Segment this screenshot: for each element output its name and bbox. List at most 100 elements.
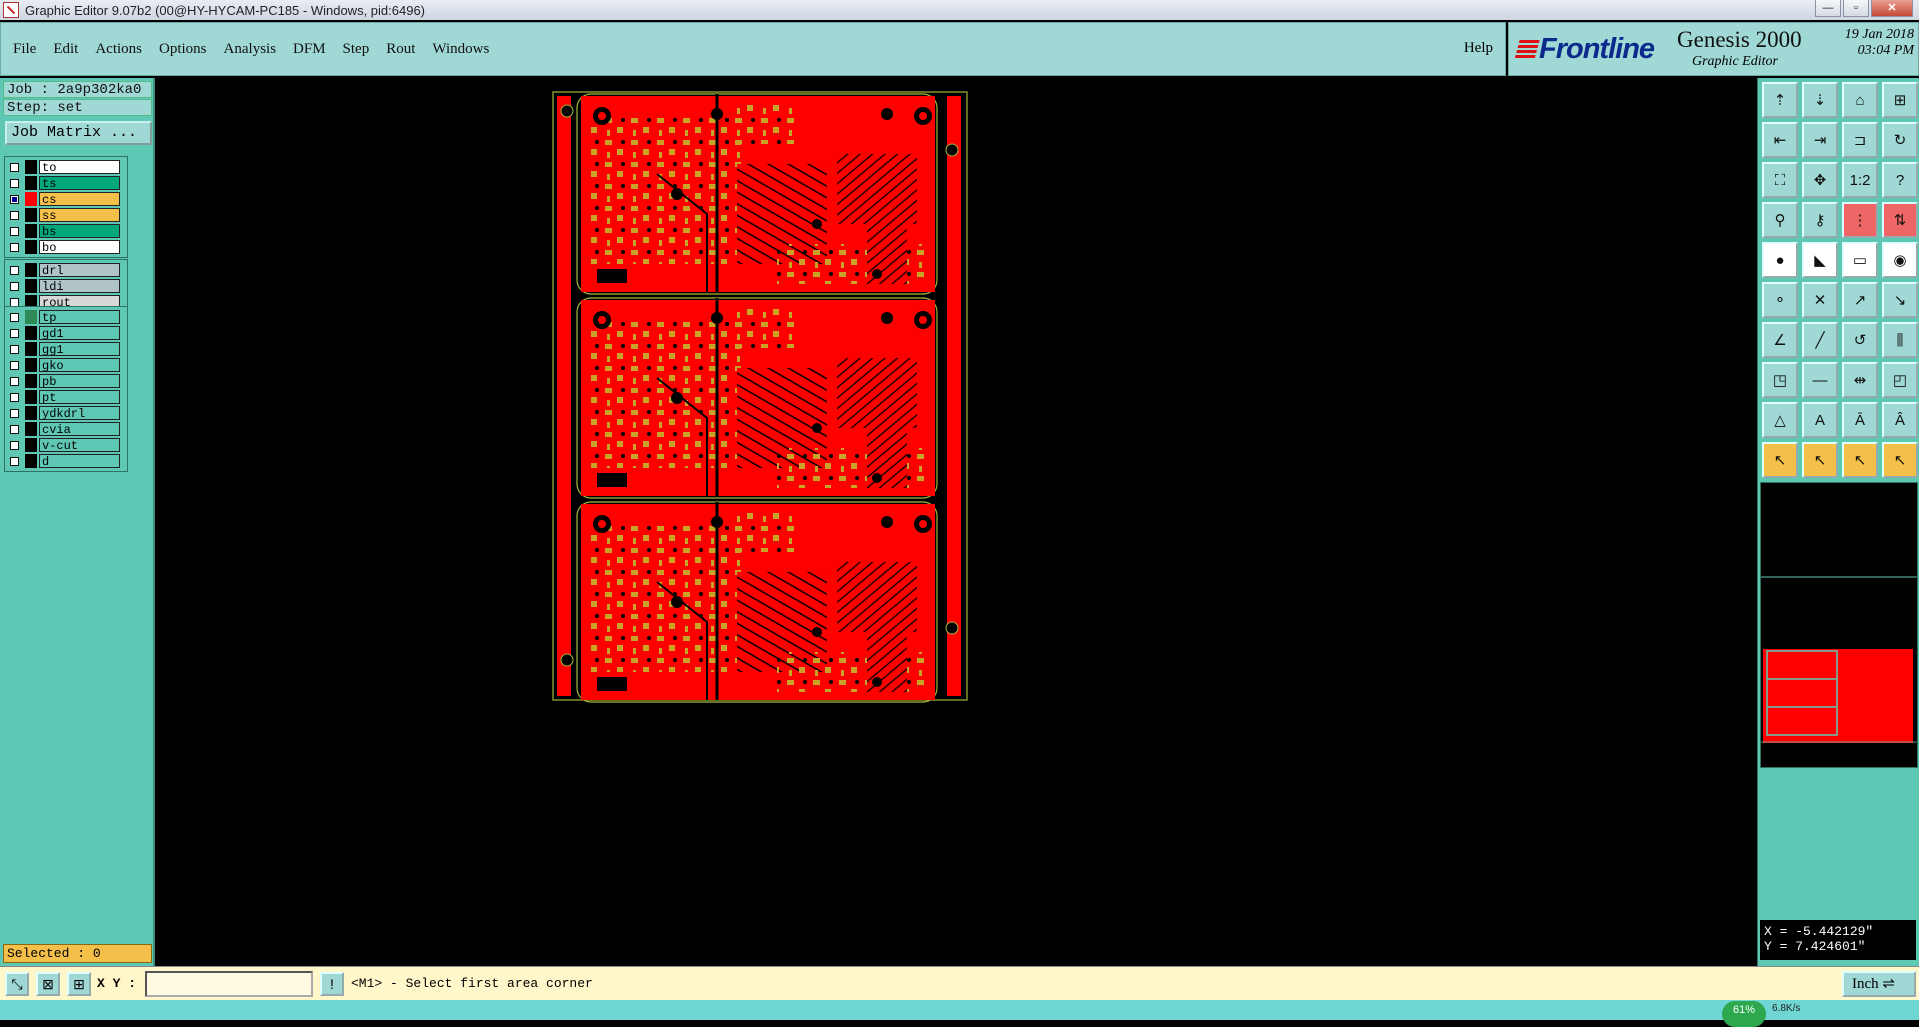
grid-icon[interactable]: ⊞ (67, 972, 91, 996)
layer-row-ss[interactable]: ss (5, 207, 127, 223)
layer-row-gg1[interactable]: gg1 (5, 341, 127, 357)
layer-row-bo[interactable]: bo (5, 239, 127, 255)
layer-name[interactable]: d (39, 454, 120, 469)
layer-name[interactable]: gg1 (39, 342, 120, 357)
layer-color-swatch[interactable] (25, 208, 37, 222)
snap-grid-icon[interactable]: ⊠ (36, 972, 60, 996)
layer-name[interactable]: v-cut (39, 438, 120, 453)
layer-name[interactable]: ydkdrl (39, 406, 120, 421)
layer-row-ldi[interactable]: ldi (5, 278, 127, 294)
maximize-button[interactable]: ▫ (1843, 0, 1869, 17)
layer-row-ydkdrl[interactable]: ydkdrl (5, 405, 127, 421)
layer-row-drl[interactable]: drl (5, 262, 127, 278)
layer-row-pt[interactable]: pt (5, 389, 127, 405)
layer-checkbox[interactable] (10, 424, 19, 434)
menu-dfm[interactable]: DFM (293, 41, 326, 58)
layer-checkbox[interactable] (10, 194, 19, 204)
fit-icon[interactable]: ⛶ (1762, 162, 1798, 198)
alert-icon[interactable]: ! (320, 972, 344, 996)
redraw-icon[interactable]: ↻ (1882, 122, 1918, 158)
snap-icon[interactable]: ⚲ (1762, 202, 1798, 238)
layer-row-cs[interactable]: cs (5, 191, 127, 207)
zoom-area-icon[interactable]: ⤡ (5, 972, 29, 996)
zoom-right-icon[interactable]: ⇥ (1802, 122, 1838, 158)
angle-icon[interactable]: ∠ (1762, 322, 1798, 358)
layer-row-to[interactable]: to (5, 159, 127, 175)
minimize-button[interactable]: — (1815, 0, 1841, 17)
layer-checkbox[interactable] (10, 162, 19, 172)
layer-row-gko[interactable]: gko (5, 357, 127, 373)
layer-name[interactable]: cvia (39, 422, 120, 437)
layer-name[interactable]: bo (39, 240, 120, 255)
layer-name[interactable]: gd1 (39, 326, 120, 341)
text-a-box-icon[interactable]: Ā (1842, 402, 1878, 438)
layer-color-swatch[interactable] (25, 176, 37, 190)
layer-checkbox[interactable] (10, 178, 19, 188)
layer-color-swatch[interactable] (25, 160, 37, 174)
layer-color-swatch[interactable] (25, 192, 37, 206)
layer-row-bs[interactable]: bs (5, 223, 127, 239)
layer-checkbox[interactable] (10, 456, 19, 466)
text-a-line-icon[interactable]: Â (1882, 402, 1918, 438)
layer-color-swatch[interactable] (25, 422, 37, 436)
triangle-icon[interactable]: △ (1762, 402, 1798, 438)
layer-name[interactable]: gko (39, 358, 120, 373)
layer-name[interactable]: to (39, 160, 120, 175)
route-pointer-icon[interactable]: ↖ (1882, 442, 1918, 478)
layer-checkbox[interactable] (10, 281, 19, 291)
layer-color-swatch[interactable] (25, 454, 37, 468)
layer-color-swatch[interactable] (25, 406, 37, 420)
layer-checkbox[interactable] (10, 376, 19, 386)
layer-color-swatch[interactable] (25, 263, 37, 277)
menu-help[interactable]: Help (1464, 40, 1493, 57)
menu-edit[interactable]: Edit (53, 41, 78, 58)
layer-name[interactable]: tp (39, 310, 120, 325)
layer-row-v-cut[interactable]: v-cut (5, 437, 127, 453)
layer-row-tp[interactable]: tp (5, 309, 127, 325)
arc-node-icon[interactable]: ↘ (1882, 282, 1918, 318)
ruler-icon[interactable]: ▭ (1842, 242, 1878, 278)
layer-checkbox[interactable] (10, 312, 19, 322)
cross-icon[interactable]: ✕ (1802, 282, 1838, 318)
close-button[interactable]: ✕ (1871, 0, 1913, 17)
overview-map[interactable] (1760, 482, 1918, 768)
layer-checkbox[interactable] (10, 328, 19, 338)
layer-row-pb[interactable]: pb (5, 373, 127, 389)
layer-row-d[interactable]: d (5, 453, 127, 469)
pan-icon[interactable]: ⊐ (1842, 122, 1878, 158)
layer-checkbox[interactable] (10, 226, 19, 236)
curve-icon[interactable]: ↺ (1842, 322, 1878, 358)
center-icon[interactable]: ✥ (1802, 162, 1838, 198)
menu-step[interactable]: Step (343, 41, 370, 58)
key-icon[interactable]: ⚷ (1802, 202, 1838, 238)
graphic-canvas[interactable] (155, 78, 1757, 966)
traffic-icon[interactable]: ⋮ (1842, 202, 1878, 238)
menu-rout[interactable]: Rout (386, 41, 415, 58)
layer-color-swatch[interactable] (25, 438, 37, 452)
layer-up-icon[interactable]: ⇡ (1762, 82, 1798, 118)
layer-color-swatch[interactable] (25, 374, 37, 388)
query-icon[interactable]: ? (1882, 162, 1918, 198)
layer-name[interactable]: ts (39, 176, 120, 191)
menu-file[interactable]: File (13, 41, 36, 58)
layer-checkbox[interactable] (10, 265, 19, 275)
layer-down-icon[interactable]: ⇣ (1802, 82, 1838, 118)
menu-windows[interactable]: Windows (432, 41, 489, 58)
layer-color-swatch[interactable] (25, 279, 37, 293)
layer-name[interactable]: pb (39, 374, 120, 389)
pad-icon[interactable]: ● (1762, 242, 1798, 278)
hline-icon[interactable]: — (1802, 362, 1838, 398)
layer-color-swatch[interactable] (25, 358, 37, 372)
layer-checkbox[interactable] (10, 408, 19, 418)
layer-color-swatch[interactable] (25, 326, 37, 340)
job-matrix-button[interactable]: Job Matrix ... (5, 121, 152, 145)
copy-pad-icon[interactable]: ◰ (1882, 362, 1918, 398)
layer-name[interactable]: ss (39, 208, 120, 223)
layer-checkbox[interactable] (10, 344, 19, 354)
layer-row-cvia[interactable]: cvia (5, 421, 127, 437)
comb-icon[interactable]: ⫼ (1882, 322, 1918, 358)
layer-checkbox[interactable] (10, 440, 19, 450)
layer-row-ts[interactable]: ts (5, 175, 127, 191)
layer-name[interactable]: pt (39, 390, 120, 405)
layer-color-swatch[interactable] (25, 342, 37, 356)
